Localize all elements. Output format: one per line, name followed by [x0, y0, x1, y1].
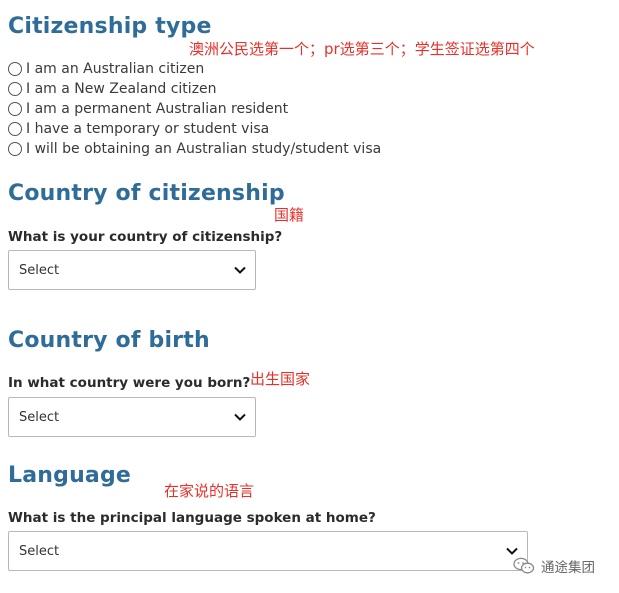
- watermark: 通途集团: [513, 556, 595, 576]
- chevron-down-icon: [234, 266, 246, 274]
- radio-button[interactable]: [8, 102, 22, 116]
- citizenship-radio-group: I am an Australian citizen I am a New Ze…: [8, 59, 381, 159]
- radio-label: I am a permanent Australian resident: [26, 101, 289, 117]
- language-question: What is the principal language spoken at…: [8, 510, 376, 526]
- country-of-citizenship-heading: Country of citizenship: [8, 181, 285, 206]
- radio-label: I have a temporary or student visa: [26, 121, 270, 137]
- radio-button[interactable]: [8, 82, 22, 96]
- radio-permanent-resident[interactable]: I am a permanent Australian resident: [8, 99, 381, 119]
- radio-temporary-student-visa[interactable]: I have a temporary or student visa: [8, 119, 381, 139]
- language-annotation: 在家说的语言: [164, 482, 255, 500]
- radio-obtaining-student-visa[interactable]: I will be obtaining an Australian study/…: [8, 139, 381, 159]
- radio-australian-citizen[interactable]: I am an Australian citizen: [8, 59, 381, 79]
- radio-button[interactable]: [8, 142, 22, 156]
- radio-button[interactable]: [8, 62, 22, 76]
- country-of-birth-question: In what country were you born?: [8, 375, 251, 391]
- country-of-birth-heading: Country of birth: [8, 328, 210, 353]
- wechat-icon: [513, 557, 535, 574]
- radio-label: I am an Australian citizen: [26, 61, 205, 77]
- language-heading: Language: [8, 463, 132, 488]
- country-of-citizenship-annotation: 国籍: [274, 206, 305, 224]
- select-value: Select: [19, 543, 60, 559]
- language-select[interactable]: Select: [8, 531, 528, 571]
- select-value: Select: [19, 409, 60, 425]
- country-of-birth-select[interactable]: Select: [8, 397, 256, 437]
- country-of-citizenship-question: What is your country of citizenship?: [8, 229, 283, 245]
- chevron-down-icon: [506, 547, 518, 555]
- chevron-down-icon: [234, 413, 246, 421]
- country-of-citizenship-select[interactable]: Select: [8, 250, 256, 290]
- citizenship-type-heading: Citizenship type: [8, 14, 212, 39]
- select-value: Select: [19, 262, 60, 278]
- radio-label: I will be obtaining an Australian study/…: [26, 141, 382, 157]
- country-of-birth-annotation: 出生国家: [250, 370, 311, 388]
- radio-label: I am a New Zealand citizen: [26, 81, 217, 97]
- radio-new-zealand-citizen[interactable]: I am a New Zealand citizen: [8, 79, 381, 99]
- radio-button[interactable]: [8, 122, 22, 136]
- watermark-text: 通途集团: [541, 560, 595, 576]
- citizenship-type-annotation: 澳洲公民选第一个；pr选第三个；学生签证选第四个: [189, 40, 535, 58]
